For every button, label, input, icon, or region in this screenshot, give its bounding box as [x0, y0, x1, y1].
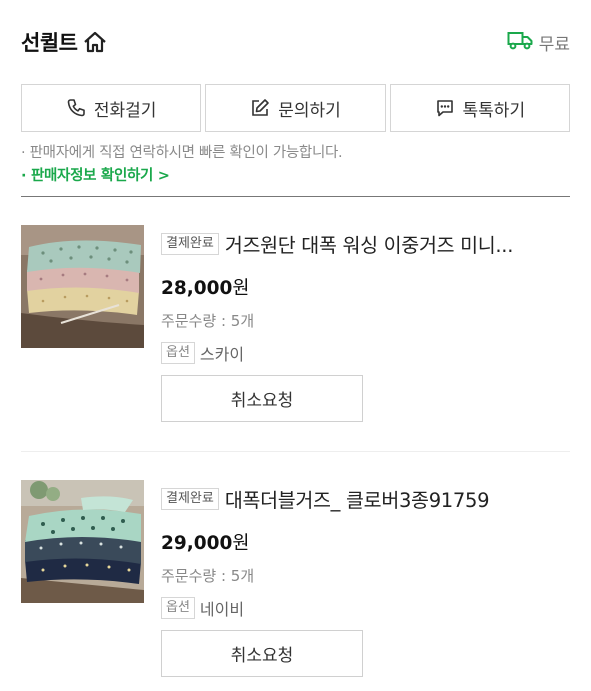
call-button[interactable]: 전화걸기 — [21, 84, 202, 132]
chat-icon — [435, 98, 455, 118]
store-name: 선퀼트 — [21, 31, 78, 55]
price-amount: 29,000 — [161, 533, 233, 554]
price-amount: 28,000 — [161, 278, 233, 299]
inquiry-label: 문의하기 — [278, 100, 341, 121]
store-link[interactable]: 선퀼트 — [21, 27, 107, 57]
inquiry-button[interactable]: 문의하기 — [205, 84, 386, 132]
price-unit: 원 — [232, 278, 250, 299]
option-badge: 옵션 — [161, 342, 195, 364]
order-quantity: 주문수량 : 5개 — [161, 567, 255, 585]
talk-label: 톡톡하기 — [462, 100, 526, 121]
store-header: 선퀼트 무료 — [21, 0, 570, 84]
order-item: 결제완료 대폭더블거즈_ 클로버3종91759 29,000원 주문수량 : 5… — [21, 451, 570, 691]
status-badge: 결제완료 — [161, 232, 219, 255]
order-info: 결제완료 거즈원단 대폭 워싱 이중거즈 미니... 28,000원 주문수량 … — [161, 229, 570, 365]
order-title-row: 결제완료 거즈원단 대폭 워싱 이중거즈 미니... — [161, 229, 570, 258]
order-info: 결제완료 대폭더블거즈_ 클로버3종91759 29,000원 주문수량 : 5… — [161, 484, 570, 620]
order-detail-page: 선퀼트 무료 전화걸기 문의하기 톡톡하기 · 판매자에게 직접 연락하시면 빠… — [0, 0, 591, 691]
option-badge: 옵션 — [161, 597, 195, 619]
shipping-label: 무료 — [538, 34, 570, 55]
status-badge: 결제완료 — [161, 487, 219, 510]
product-price: 28,000원 — [161, 274, 570, 300]
order-title-row: 결제완료 대폭더블거즈_ 클로버3종91759 — [161, 484, 570, 513]
contact-buttons: 전화걸기 문의하기 톡톡하기 — [21, 84, 570, 132]
product-title[interactable]: 거즈원단 대폭 워싱 이중거즈 미니... — [225, 229, 513, 258]
shipping-info: 무료 — [507, 30, 570, 55]
talk-button[interactable]: 톡톡하기 — [389, 84, 570, 132]
contact-notice: · 판매자에게 직접 연락하시면 빠른 확인이 가능합니다. — [21, 145, 343, 161]
truck-icon — [507, 30, 533, 54]
call-label: 전화걸기 — [93, 100, 157, 121]
seller-info-link[interactable]: · 판매자정보 확인하기 > — [21, 165, 570, 188]
product-title[interactable]: 대폭더블거즈_ 클로버3종91759 — [225, 484, 489, 513]
price-unit: 원 — [232, 533, 250, 554]
home-icon[interactable] — [83, 31, 107, 53]
order-option: 옵션 네이비 — [161, 596, 570, 620]
option-value: 네이비 — [199, 600, 245, 619]
option-value: 스카이 — [199, 345, 245, 364]
product-image[interactable] — [21, 480, 144, 603]
phone-icon — [66, 98, 86, 118]
product-image[interactable] — [21, 225, 144, 348]
edit-icon — [250, 98, 270, 118]
cancel-request-button[interactable]: 취소요청 — [161, 630, 363, 677]
order-option: 옵션 스카이 — [161, 341, 570, 365]
order-quantity: 주문수량 : 5개 — [161, 312, 255, 330]
cancel-request-button[interactable]: 취소요청 — [161, 375, 363, 422]
order-item: 결제완료 거즈원단 대폭 워싱 이중거즈 미니... 28,000원 주문수량 … — [21, 197, 570, 451]
product-price: 29,000원 — [161, 529, 570, 555]
